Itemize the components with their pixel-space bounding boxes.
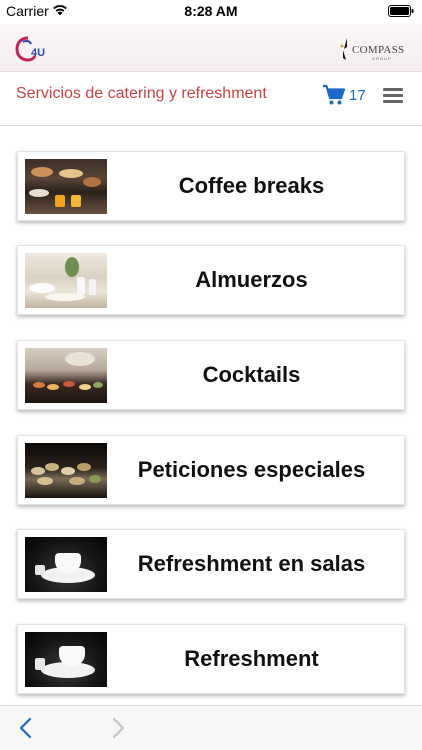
thumb-detail: [37, 476, 53, 485]
thumb-detail: [55, 194, 65, 207]
category-coffee-breaks[interactable]: Coffee breaks: [17, 151, 405, 221]
status-bar: Carrier 8:28 AM: [0, 0, 422, 24]
thumb-detail: [29, 188, 49, 197]
thumb-detail: [31, 166, 53, 177]
thumb-detail: [65, 351, 95, 366]
chevron-left-icon[interactable]: [16, 717, 36, 739]
thumb-detail: [33, 381, 45, 388]
thumb-detail: [89, 278, 96, 295]
category-label: Almuerzos: [195, 267, 308, 292]
lunch-table-photo: [25, 252, 107, 308]
category-label: Refreshment en salas: [137, 551, 366, 576]
company-logo-text: COMPASS: [352, 44, 405, 56]
thumb-detail: [77, 276, 85, 295]
clock: 8:28 AM: [184, 3, 238, 19]
menu-line: [383, 100, 403, 103]
thumb-detail: [59, 645, 85, 666]
c4u-logo: 4U: [15, 36, 45, 62]
menu-line: [383, 94, 403, 97]
thumb-detail: [45, 292, 85, 301]
company-logo-subtext: GROUP: [372, 56, 392, 61]
cart-button[interactable]: 17: [322, 82, 368, 108]
coffee-cup-photo: [25, 536, 107, 592]
thumb-detail: [89, 474, 101, 483]
compass-needle-icon: [340, 38, 347, 60]
brand-bar: 4U COMPASS GROUP: [0, 24, 422, 72]
battery-icon: [388, 5, 414, 17]
thumb-detail: [63, 380, 75, 387]
bottom-navigation-bar: [0, 705, 422, 750]
category-refreshment[interactable]: Refreshment: [17, 624, 405, 694]
cart-count: 17: [349, 86, 366, 104]
chevron-right-icon[interactable]: [108, 717, 128, 739]
hamburger-menu-icon: [383, 88, 403, 91]
thumb-detail: [65, 256, 79, 277]
compass-group-logo: COMPASS GROUP: [338, 36, 408, 62]
category-refreshment-en-salas[interactable]: Refreshment en salas: [17, 529, 405, 599]
thumb-detail: [93, 381, 103, 388]
coffee-cup-photo: [25, 631, 107, 687]
thumb-detail: [79, 383, 91, 390]
thumb-detail: [35, 657, 45, 670]
svg-text:4U: 4U: [31, 47, 45, 59]
page-header: Servicios de catering y refreshment 17: [0, 72, 422, 126]
thumb-detail: [35, 564, 45, 575]
category-label: Coffee breaks: [178, 173, 325, 198]
category-label: Peticiones especiales: [137, 457, 366, 482]
thumb-detail: [47, 383, 59, 390]
category-label: Refreshment: [184, 646, 319, 671]
thumb-detail: [59, 168, 83, 178]
category-peticiones-especiales[interactable]: Peticiones especiales: [17, 435, 405, 505]
thumb-detail: [83, 176, 101, 187]
category-cocktails[interactable]: Cocktails: [17, 340, 405, 410]
shopping-cart-icon: [323, 84, 346, 105]
thumb-detail: [61, 466, 75, 475]
thumb-detail: [31, 466, 45, 475]
thumb-detail: [69, 476, 85, 485]
category-almuerzos[interactable]: Almuerzos: [17, 245, 405, 315]
cocktail-buffet-photo: [25, 347, 107, 403]
thumb-detail: [71, 194, 81, 207]
thumb-detail: [55, 552, 81, 573]
page-title: Servicios de catering y refreshment: [16, 85, 267, 102]
special-platter-photo: [25, 442, 107, 498]
thumb-detail: [29, 282, 55, 293]
category-label: Cocktails: [202, 362, 301, 387]
thumb-detail: [45, 462, 59, 471]
coffee-break-photo: [25, 158, 107, 214]
hamburger-menu-button[interactable]: [380, 84, 406, 106]
thumb-detail: [77, 462, 91, 471]
category-list: Coffee breaks Almuerzos Cocktails Petici…: [0, 127, 422, 705]
